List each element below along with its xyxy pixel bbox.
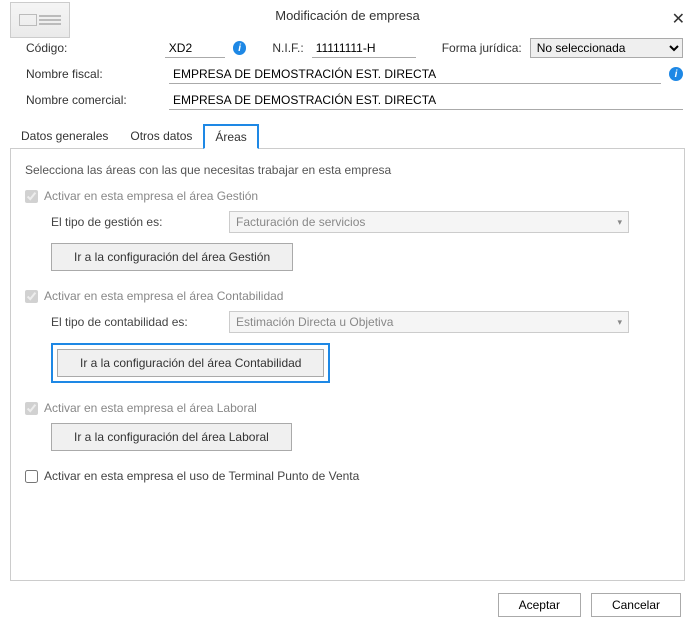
nif-input[interactable] (312, 38, 416, 58)
nombre-fiscal-label: Nombre fiscal: (26, 67, 161, 81)
panel-instruction: Selecciona las áreas con las que necesit… (25, 163, 670, 177)
contabilidad-checkbox[interactable] (25, 290, 38, 303)
chevron-down-icon: ▾ (617, 317, 622, 328)
tab-areas[interactable]: Áreas (203, 124, 258, 149)
forma-juridica-select[interactable]: No seleccionada (530, 38, 683, 58)
laboral-checkbox-label: Activar en esta empresa el área Laboral (44, 401, 257, 415)
areas-panel: Selecciona las áreas con las que necesit… (10, 149, 685, 581)
config-laboral-button[interactable]: Ir a la configuración del área Laboral (51, 423, 292, 451)
nombre-comercial-label: Nombre comercial: (26, 93, 161, 107)
nif-label: N.I.F.: (272, 41, 303, 55)
info-icon[interactable]: i (669, 67, 683, 81)
gestion-type-value: Facturación de servicios (236, 215, 365, 229)
close-icon[interactable]: ✕ (672, 4, 685, 36)
codigo-input[interactable] (165, 38, 225, 58)
contabilidad-checkbox-label: Activar en esta empresa el área Contabil… (44, 289, 283, 303)
chevron-down-icon: ▾ (617, 217, 622, 228)
config-gestion-button[interactable]: Ir a la configuración del área Gestión (51, 243, 293, 271)
gestion-checkbox-label: Activar en esta empresa el área Gestión (44, 189, 258, 203)
nombre-fiscal-input[interactable] (169, 64, 661, 84)
contabilidad-type-select[interactable]: Estimación Directa u Objetiva ▾ (229, 311, 629, 333)
codigo-label: Código: (26, 41, 157, 55)
info-icon[interactable]: i (233, 41, 247, 55)
gestion-checkbox[interactable] (25, 190, 38, 203)
config-contabilidad-button[interactable]: Ir a la configuración del área Contabili… (57, 349, 324, 377)
forma-label: Forma jurídica: (442, 41, 522, 55)
tpv-checkbox[interactable] (25, 470, 38, 483)
gestion-type-label: El tipo de gestión es: (51, 215, 221, 229)
tab-bar: Datos generales Otros datos Áreas (10, 124, 685, 149)
tpv-checkbox-label: Activar en esta empresa el uso de Termin… (44, 469, 359, 483)
highlighted-action: Ir a la configuración del área Contabili… (51, 343, 330, 383)
contabilidad-type-label: El tipo de contabilidad es: (51, 315, 221, 329)
accept-button[interactable]: Aceptar (498, 593, 581, 617)
cancel-button[interactable]: Cancelar (591, 593, 681, 617)
tab-datos-generales[interactable]: Datos generales (10, 124, 119, 149)
app-logo (10, 2, 70, 38)
tab-otros-datos[interactable]: Otros datos (119, 124, 203, 149)
window-title: Modificación de empresa (275, 8, 420, 23)
nombre-comercial-input[interactable] (169, 90, 683, 110)
gestion-type-select[interactable]: Facturación de servicios ▾ (229, 211, 629, 233)
contabilidad-type-value: Estimación Directa u Objetiva (236, 315, 393, 329)
laboral-checkbox[interactable] (25, 402, 38, 415)
